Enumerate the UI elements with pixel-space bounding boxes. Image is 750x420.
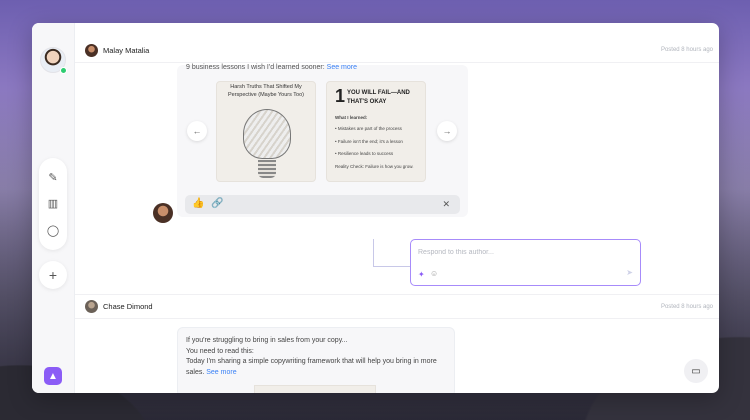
left-sidebar: ✎ ▥ ◯ + ▲	[32, 23, 75, 393]
online-status-dot	[60, 67, 67, 74]
reaction-bar: 👍 🔗 ✕	[185, 195, 460, 214]
post-header: Chase Dimond Posted 8 hours ago	[75, 294, 719, 319]
chat-icon[interactable]: ◯	[43, 221, 63, 241]
respond-box: ✦ ☺ ➤	[410, 239, 641, 286]
slide-reality-check: Reality Check: Failure is how you grow.	[335, 164, 414, 169]
chat-support-button[interactable]: ▭	[684, 359, 708, 383]
post-intro: 9 business lessons I wish I'd learned so…	[186, 64, 358, 71]
respond-input[interactable]	[418, 249, 618, 256]
ai-sparkle-icon[interactable]: ✦	[418, 270, 425, 279]
send-icon[interactable]: ➤	[626, 268, 633, 277]
app-window: ✎ ▥ ◯ + ▲ Malay Matalia Posted 8 hours a…	[32, 23, 719, 393]
slide-what-learned: What I learned:	[335, 115, 368, 120]
post-image-preview[interactable]	[254, 385, 376, 393]
post-card: If you're struggling to bring in sales f…	[177, 327, 455, 393]
post-line: sales. See more	[186, 368, 237, 376]
add-button[interactable]: +	[39, 261, 67, 289]
lightbulb-illustration	[243, 109, 291, 159]
slide-bullet: • Resilience leads to success	[335, 151, 394, 156]
post-header: Malay Matalia Posted 8 hours ago	[75, 38, 719, 63]
see-more-link[interactable]: See more	[327, 64, 357, 71]
author-name[interactable]: Chase Dimond	[103, 302, 153, 311]
carousel-slide[interactable]: Harsh Truths That Shifted My Perspective…	[216, 81, 316, 182]
post-line: You need to read this:	[186, 347, 254, 355]
post-line: If you're struggling to bring in sales f…	[186, 337, 348, 344]
post-body: If you're struggling to bring in sales f…	[186, 336, 437, 378]
slide-bullet: • Failure isn't the end; it's a lesson	[335, 139, 403, 144]
tool-group: ✎ ▥ ◯	[39, 158, 67, 250]
author-name[interactable]: Malay Matalia	[103, 46, 149, 55]
close-icon[interactable]: ✕	[442, 199, 450, 210]
carousel-next-button[interactable]: →	[437, 121, 457, 141]
slide-heading: YOU WILL FAIL—AND THAT'S OKAY	[347, 90, 410, 105]
slide-bullet: • Mistakes are part of the process	[335, 126, 402, 131]
commenter-avatar[interactable]	[153, 203, 173, 223]
posted-time: Posted 8 hours ago	[660, 47, 713, 53]
posted-time: Posted 8 hours ago	[660, 303, 713, 310]
brand-logo-icon[interactable]: ▲	[44, 367, 62, 385]
stats-icon[interactable]: ▥	[43, 194, 63, 214]
emoji-icon[interactable]: ☺	[430, 269, 438, 278]
like-icon[interactable]: 👍	[192, 198, 204, 209]
see-more-link[interactable]: See more	[206, 369, 236, 376]
author-avatar[interactable]	[85, 300, 98, 313]
carousel-slide[interactable]: 1 YOU WILL FAIL—AND THAT'S OKAY What I l…	[326, 81, 426, 182]
lightbulb-base	[258, 160, 276, 178]
link-icon[interactable]: 🔗	[211, 198, 223, 209]
carousel-prev-button[interactable]: ←	[187, 121, 207, 141]
post-line: Today I'm sharing a simple copywriting f…	[186, 358, 437, 365]
pencil-icon[interactable]: ✎	[43, 167, 63, 187]
author-avatar[interactable]	[85, 43, 98, 57]
slide-title: Harsh Truths That Shifted My Perspective…	[227, 84, 305, 98]
slide-number: 1	[335, 86, 346, 106]
thread-connector	[373, 239, 410, 267]
